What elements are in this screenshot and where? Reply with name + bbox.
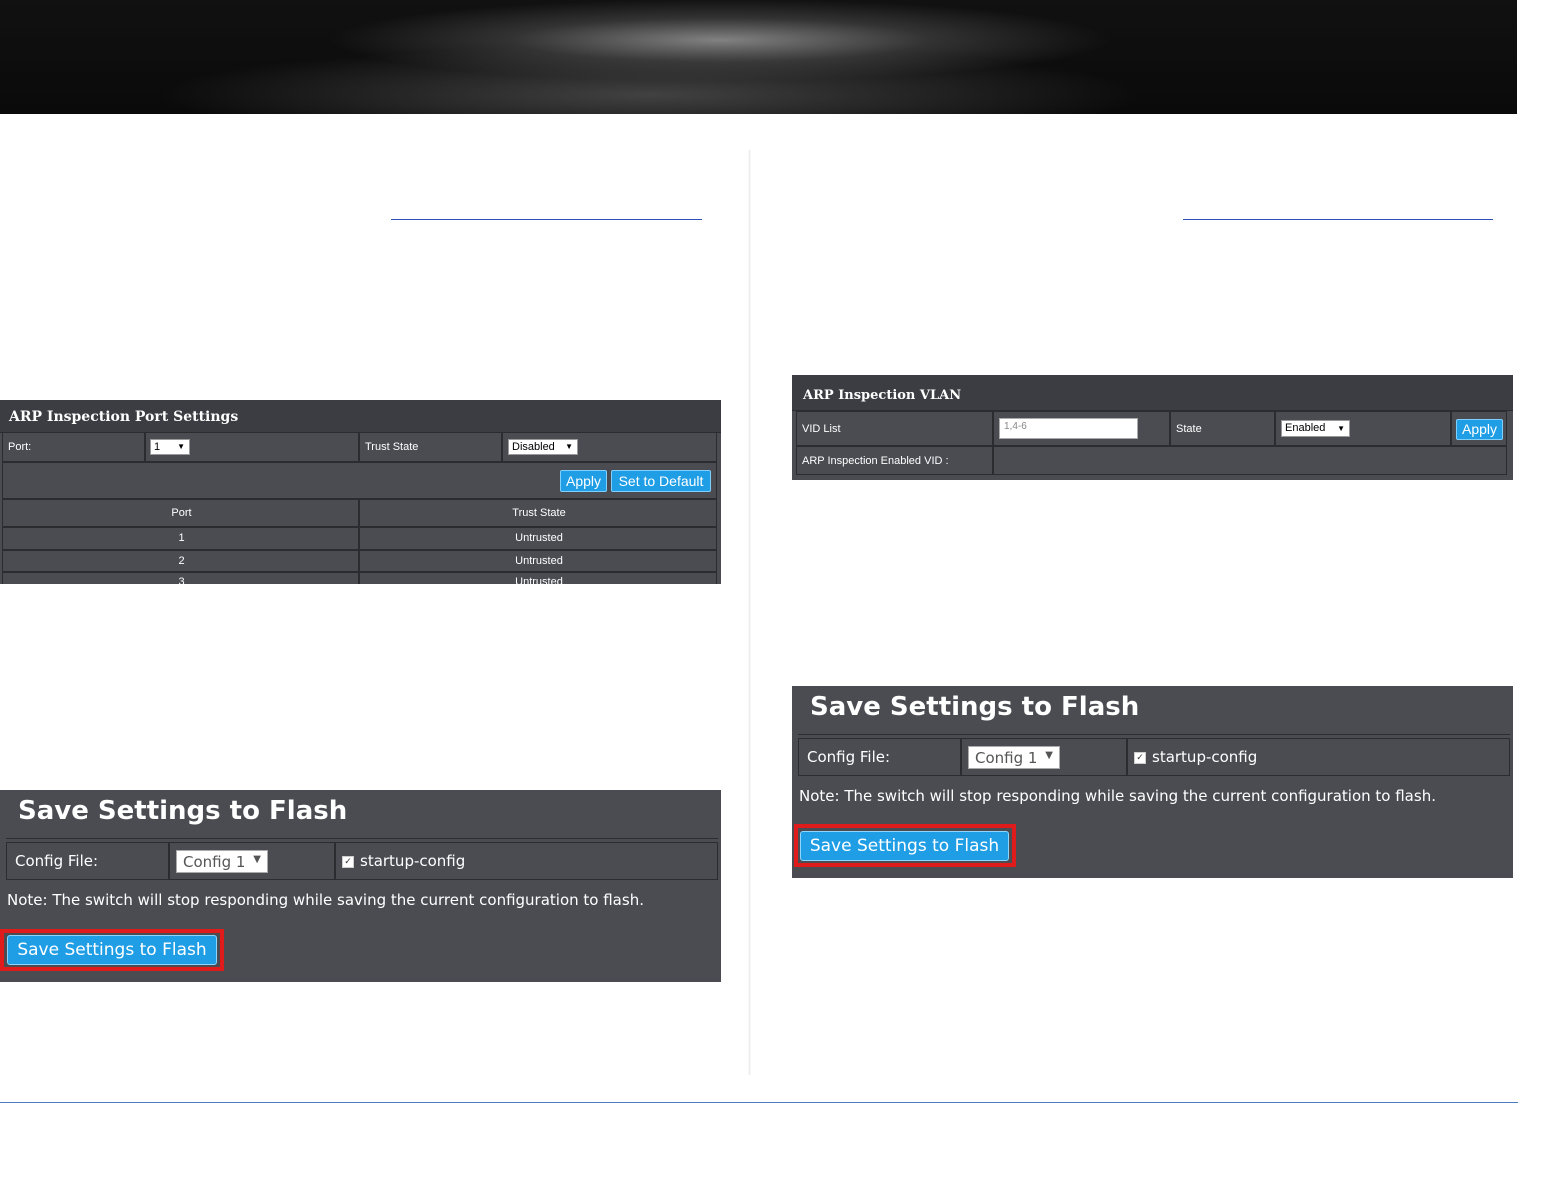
port-label: Port: [8, 441, 32, 453]
column-divider [748, 150, 751, 1075]
config-file-label: Config File: [807, 748, 891, 766]
arp-inspection-vlan-panel: ARP Inspection VLAN VID List 1,4-6 State… [792, 375, 1513, 480]
panel-title: ARP Inspection VLAN [803, 388, 962, 403]
save-settings-to-flash-button[interactable]: Save Settings to Flash [7, 935, 217, 965]
row-state: Untrusted [515, 555, 563, 567]
title-separator [798, 734, 1510, 735]
row-port: 3 [178, 576, 185, 584]
set-to-default-button[interactable]: Set to Default [611, 470, 711, 492]
port-select-cell: 1 ▼ [145, 432, 359, 462]
link-underline-right[interactable] [1183, 219, 1493, 220]
row-state: Untrusted [515, 532, 563, 544]
chevron-down-icon: ▼ [565, 442, 573, 451]
header-banner [0, 0, 1517, 114]
config-label-cell: Config File: [798, 738, 961, 776]
checkbox-checked-icon[interactable]: ✓ [342, 855, 354, 868]
vid-input-cell: 1,4-6 [993, 411, 1170, 446]
save-note: Note: The switch will stop responding wh… [799, 787, 1436, 805]
state-select-value: Enabled [1285, 422, 1326, 434]
config-select-cell: Config 1 ▼ [961, 738, 1127, 776]
trust-state-value: Disabled [512, 441, 555, 453]
config-file-label: Config File: [15, 852, 99, 870]
table-row: Untrusted [359, 527, 717, 550]
save-settings-panel-left: Save Settings to Flash Config File: Conf… [0, 790, 721, 982]
chevron-down-icon: ▼ [1045, 750, 1053, 761]
save-settings-to-flash-button[interactable]: Save Settings to Flash [800, 831, 1009, 861]
table-row: Untrusted [359, 550, 717, 572]
table-header-trust-state: Trust State [359, 499, 717, 527]
config-file-select[interactable]: Config 1 ▼ [176, 850, 268, 873]
startup-config-label: startup-config [1152, 748, 1258, 766]
enabled-vid-label-cell: ARP Inspection Enabled VID : [796, 446, 993, 475]
checkbox-cell: ✓ startup-config [335, 842, 718, 880]
panel-title: ARP Inspection Port Settings [9, 409, 239, 425]
state-select-cell: Enabled ▼ [1275, 411, 1451, 446]
startup-config-checkbox[interactable]: ✓ startup-config [1134, 748, 1257, 766]
port-select[interactable]: 1 ▼ [150, 439, 190, 455]
enabled-vid-value-cell [993, 446, 1507, 475]
table-row: 2 [2, 550, 359, 572]
startup-config-label: startup-config [360, 852, 466, 870]
vid-list-input[interactable]: 1,4-6 [999, 418, 1138, 439]
table-row: 1 [2, 527, 359, 550]
state-label-cell: State [1170, 411, 1275, 446]
row-port: 1 [178, 532, 185, 544]
vid-label-cell: VID List [796, 411, 993, 446]
row-state: Untrusted [515, 576, 563, 584]
port-select-value: 1 [154, 441, 161, 453]
action-row [2, 462, 717, 499]
column-header: Trust State [512, 507, 566, 519]
trust-state-label: Trust State [365, 441, 419, 453]
table-header-port: Port [2, 499, 359, 527]
table-row: Untrusted [359, 572, 717, 584]
title-separator [6, 838, 718, 839]
chevron-down-icon: ▼ [177, 442, 185, 451]
arp-port-settings-panel: ARP Inspection Port Settings Port: 1 ▼ T… [0, 400, 721, 584]
state-select[interactable]: Enabled ▼ [1281, 420, 1350, 437]
checkbox-cell: ✓ startup-config [1127, 738, 1510, 776]
apply-cell: Apply [1451, 411, 1507, 446]
apply-button[interactable]: Apply [560, 470, 607, 492]
row-port: 2 [178, 555, 185, 567]
save-panel-title: Save Settings to Flash [18, 796, 348, 826]
table-row: 3 [2, 572, 359, 584]
config-select-cell: Config 1 ▼ [169, 842, 335, 880]
save-panel-title: Save Settings to Flash [810, 692, 1140, 722]
enabled-vid-label: ARP Inspection Enabled VID : [802, 455, 949, 467]
footer-rule [0, 1102, 1518, 1103]
state-label: State [1176, 423, 1202, 435]
column-header: Port [171, 507, 192, 519]
config-file-value: Config 1 [975, 749, 1038, 767]
chevron-down-icon: ▼ [1337, 424, 1345, 433]
config-label-cell: Config File: [6, 842, 169, 880]
vid-list-label: VID List [802, 423, 841, 435]
chevron-down-icon: ▼ [253, 854, 261, 865]
link-underline-left[interactable] [391, 219, 702, 220]
checkbox-checked-icon[interactable]: ✓ [1134, 751, 1146, 764]
apply-button[interactable]: Apply [1456, 419, 1503, 440]
startup-config-checkbox[interactable]: ✓ startup-config [342, 852, 465, 870]
trust-state-select[interactable]: Disabled ▼ [508, 439, 578, 455]
config-file-select[interactable]: Config 1 ▼ [968, 746, 1060, 769]
trust-select-cell: Disabled ▼ [502, 432, 717, 462]
config-file-value: Config 1 [183, 853, 246, 871]
trust-label-cell: Trust State [359, 432, 502, 462]
save-note: Note: The switch will stop responding wh… [7, 891, 644, 909]
save-settings-panel-right: Save Settings to Flash Config File: Conf… [792, 686, 1513, 878]
port-label-cell: Port: [2, 432, 145, 462]
